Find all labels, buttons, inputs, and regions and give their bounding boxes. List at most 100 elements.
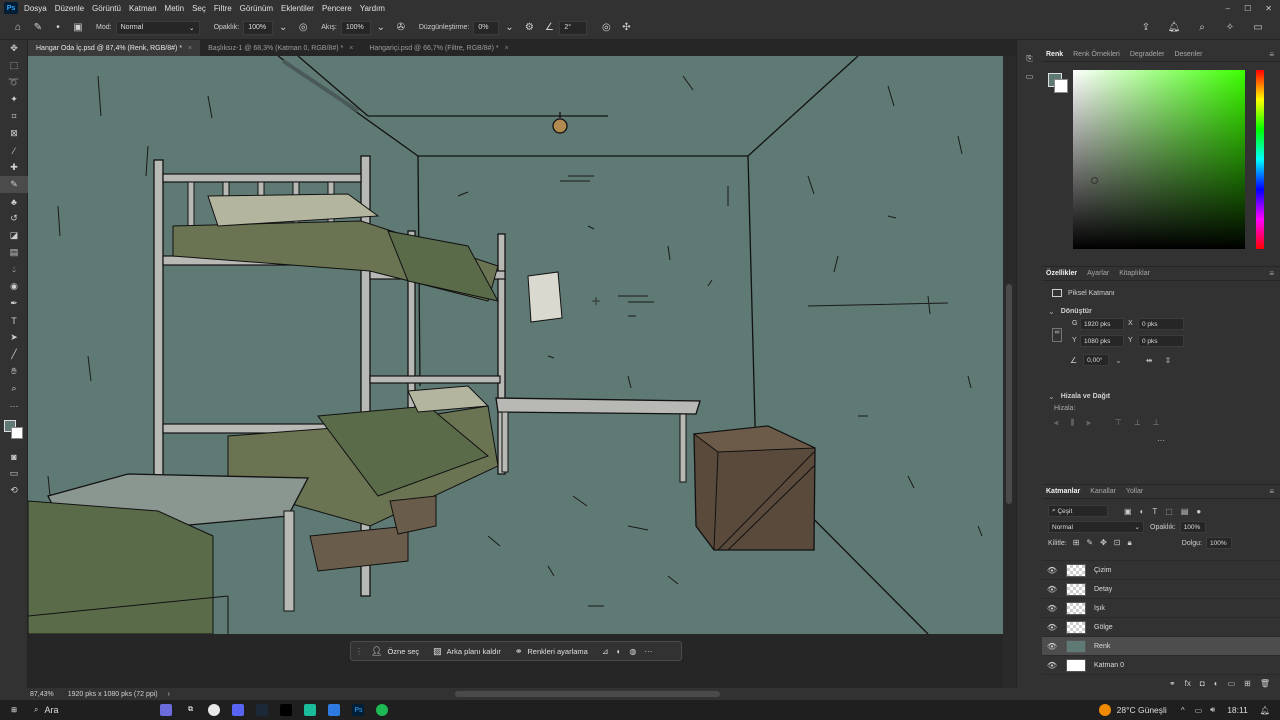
layer-row[interactable]: 👁︎ Çizim — [1042, 561, 1280, 580]
lock-image-icon[interactable]: ✎ — [1086, 538, 1093, 548]
close-icon[interactable]: ✕ — [1265, 4, 1272, 13]
blend-mode-select[interactable]: Normal ⌄ — [1048, 521, 1144, 533]
adjust-colors-button[interactable]: ⚭ Renkleri ayarlama — [515, 646, 588, 657]
brush-settings-icon[interactable]: ▣ — [71, 21, 85, 35]
filter-type-icon[interactable]: T — [1152, 507, 1157, 516]
spotify-icon[interactable] — [376, 704, 389, 716]
gear-icon[interactable]: ⚙ — [522, 21, 536, 35]
mask-icon[interactable]: ◍ — [629, 647, 636, 656]
menu-view[interactable]: Görünüm — [240, 4, 273, 13]
transform-icon[interactable]: ⊿ — [602, 647, 609, 656]
flow-input[interactable]: 100% — [340, 20, 371, 35]
align-right-icon[interactable]: ⫸ — [1086, 418, 1091, 428]
discord-icon[interactable] — [232, 704, 245, 716]
document-canvas[interactable] — [28, 56, 1003, 634]
gradient-tool-icon[interactable]: ▤ — [0, 244, 28, 261]
filter-smart-icon[interactable]: ▤ — [1181, 507, 1189, 516]
menu-plugins[interactable]: Eklentiler — [281, 4, 314, 13]
tab-color[interactable]: Renk — [1046, 51, 1063, 58]
quick-mask-icon[interactable]: ◙ — [0, 448, 28, 465]
panel-menu-icon[interactable]: ≡ — [1269, 50, 1274, 59]
trash-icon[interactable]: 🗑︎ — [1260, 679, 1270, 688]
epic-icon[interactable] — [280, 704, 293, 716]
volume-icon[interactable]: 🔊︎ — [1210, 705, 1215, 715]
layer-row[interactable]: 👁︎ Katman 0 — [1042, 656, 1280, 675]
close-icon[interactable]: × — [505, 45, 509, 52]
stamp-tool-icon[interactable]: ♣ — [0, 193, 28, 210]
menu-filter[interactable]: Filtre — [214, 4, 232, 13]
chrome-icon[interactable] — [208, 704, 221, 716]
height-input[interactable]: 1080 pks — [1080, 335, 1124, 347]
shape-tool-icon[interactable]: ╱ — [0, 346, 28, 363]
width-input[interactable]: 1920 pks — [1080, 318, 1124, 330]
panel-menu-icon[interactable]: ≡ — [1269, 487, 1274, 496]
eye-icon[interactable]: 👁︎ — [1042, 642, 1062, 651]
new-layer-icon[interactable]: ⊞ — [1244, 679, 1251, 688]
path-select-tool-icon[interactable]: ➤ — [0, 329, 28, 346]
menu-file[interactable]: Dosya — [24, 4, 47, 13]
frame-tool-icon[interactable]: ⊠ — [0, 125, 28, 142]
new-adjustment-icon[interactable]: ◐ — [1214, 679, 1219, 688]
history-icon[interactable]: ⎘ — [1017, 54, 1042, 72]
tab-swatches[interactable]: Renk Örnekleri — [1073, 51, 1120, 58]
hand-tool-icon[interactable]: ✋︎ — [0, 363, 28, 380]
layer-row[interactable]: 👁︎ Detay — [1042, 580, 1280, 599]
color-picker-marker[interactable] — [1091, 177, 1098, 184]
dodge-tool-icon[interactable]: ◉ — [0, 278, 28, 295]
chevron-down-icon[interactable]: ⌄ — [1048, 307, 1055, 316]
chevron-down-icon[interactable]: ⌄ — [1115, 356, 1122, 365]
flip-horizontal-icon[interactable]: ⇹ — [1146, 356, 1153, 365]
add-mask-icon[interactable]: ◘ — [1200, 679, 1205, 688]
adjustment-layer-icon[interactable]: ◐ — [617, 647, 622, 656]
y-input[interactable]: 0 pks — [1138, 335, 1184, 347]
filter-toggle-icon[interactable]: ● — [1196, 507, 1201, 516]
eye-icon[interactable]: 👁︎ — [1042, 604, 1062, 613]
pressure-size-icon[interactable]: ◎ — [599, 21, 613, 35]
bell-icon[interactable]: 🔔︎ — [1167, 21, 1181, 35]
pen-tool-icon[interactable]: ✒ — [0, 295, 28, 312]
tab-paths[interactable]: Yollar — [1126, 488, 1143, 495]
background-color-swatch[interactable] — [11, 427, 23, 439]
tab-basliksiz[interactable]: Başlıksız-1 @ 68,3% (Katman 0, RGB/8#) *… — [200, 40, 361, 56]
healing-tool-icon[interactable]: ✚ — [0, 159, 28, 176]
align-middle-icon[interactable]: ⊥ — [1134, 418, 1141, 428]
filter-adjustment-icon[interactable]: ◐ — [1140, 507, 1145, 516]
marquee-tool-icon[interactable]: ⬚ — [0, 57, 28, 74]
crop-tool-icon[interactable]: ⌗ — [0, 108, 28, 125]
menu-select[interactable]: Seç — [192, 4, 206, 13]
eyedropper-tool-icon[interactable]: ⁄ — [0, 142, 28, 159]
angle-input[interactable]: 0,00° — [1083, 354, 1110, 366]
menu-edit[interactable]: Düzenle — [55, 4, 84, 13]
comments-icon[interactable]: ▭ — [1017, 72, 1042, 90]
tab-patterns[interactable]: Desenler — [1174, 51, 1202, 58]
search-icon[interactable]: ⌕ — [1195, 21, 1209, 35]
remove-background-button[interactable]: ▨ Arka planı kaldır — [433, 646, 501, 657]
symmetry-icon[interactable]: ✣ — [619, 21, 633, 35]
panel-menu-icon[interactable]: ≡ — [1269, 269, 1274, 278]
lock-transparent-icon[interactable]: ⊞ — [1073, 538, 1080, 548]
close-icon[interactable]: × — [349, 45, 353, 52]
link-layers-icon[interactable]: ⚭ — [1169, 679, 1176, 688]
pressure-opacity-icon[interactable]: ◎ — [296, 21, 310, 35]
type-tool-icon[interactable]: T — [0, 312, 28, 329]
zoom-tool-icon[interactable]: ⌕ — [0, 380, 28, 397]
brush-tool-icon[interactable]: ✎ — [0, 176, 28, 193]
clock[interactable]: 18:11 — [1227, 705, 1248, 715]
smoothing-input[interactable]: 0% — [473, 20, 500, 35]
layer-row[interactable]: 👁︎ Gölge — [1042, 618, 1280, 637]
photoshop-logo[interactable]: Ps — [4, 2, 18, 14]
layer-opacity-input[interactable]: 100% — [1179, 521, 1206, 533]
history-brush-tool-icon[interactable]: ↺ — [0, 210, 28, 227]
lock-position-icon[interactable]: ✥ — [1100, 538, 1107, 548]
tab-adjustments[interactable]: Ayarlar — [1087, 270, 1109, 277]
steam-icon[interactable] — [256, 704, 269, 716]
background-color-swatch[interactable] — [1054, 79, 1068, 93]
windows-start-icon[interactable]: ⊞ — [8, 704, 20, 716]
tab-channels[interactable]: Kanallar — [1090, 488, 1116, 495]
tab-gradients[interactable]: Degradeler — [1130, 51, 1165, 58]
hue-slider[interactable] — [1256, 70, 1264, 249]
home-icon[interactable]: ⌂ — [11, 21, 25, 35]
angle-input[interactable]: 2° — [559, 20, 588, 35]
move-tool-icon[interactable]: ✥ — [0, 40, 28, 57]
network-icon[interactable]: ▭ — [1195, 706, 1203, 715]
